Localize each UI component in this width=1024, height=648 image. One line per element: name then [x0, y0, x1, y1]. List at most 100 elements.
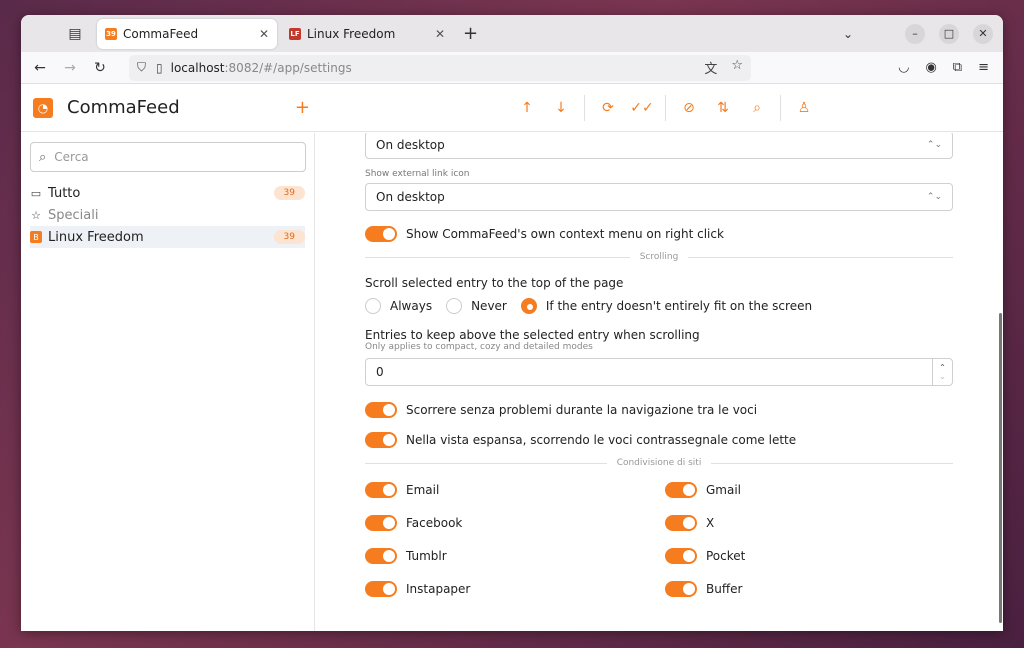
share-email-row: Email	[365, 480, 665, 500]
smooth-scroll-toggle-row: Scorrere senza problemi durante la navig…	[365, 400, 953, 420]
radio-circle	[365, 298, 381, 314]
tab-list-icon[interactable]: ▤	[57, 20, 93, 48]
tab-linux-freedom[interactable]: LF Linux Freedom ✕	[281, 19, 453, 49]
radio-label: Never	[471, 299, 507, 313]
translate-icon[interactable]: 文	[704, 58, 717, 77]
smooth-scroll-toggle[interactable]	[365, 402, 397, 418]
settings-content: On desktop ⌃⌄ Show external link icon On…	[365, 133, 954, 599]
toggle-label: Tumblr	[406, 549, 447, 563]
select-value: On desktop	[376, 190, 445, 204]
arrow-up-icon[interactable]: ↑	[510, 100, 544, 116]
sidebar-item-linux-freedom[interactable]: B Linux Freedom 39	[30, 226, 305, 248]
search-placeholder: Cerca	[54, 150, 89, 164]
toggle-label: Gmail	[706, 483, 742, 497]
pocket-icon[interactable]: ◡	[898, 60, 909, 75]
sidebar-item-tutto[interactable]: ▭ Tutto 39	[30, 182, 305, 204]
sharing-divider: Condivisione di siti	[365, 458, 954, 468]
extensions-icon[interactable]: ⧉	[953, 60, 962, 75]
feed-icon: B	[30, 231, 42, 243]
back-icon[interactable]: ←	[25, 60, 55, 76]
scrollbar-thumb[interactable]	[999, 313, 1002, 623]
share-buffer-row: Buffer	[665, 579, 953, 599]
entries-keep-label: Entries to keep above the selected entry…	[365, 328, 700, 342]
url-bar[interactable]: ⛉ ▯ localhost:8082/#/app/settings 文 ☆	[129, 54, 751, 81]
chevron-down-icon[interactable]: ⌄	[843, 27, 853, 41]
radio-always[interactable]: Always	[365, 298, 432, 314]
shield-icon[interactable]: ⛉	[137, 60, 146, 75]
scrollbar[interactable]	[997, 133, 1003, 631]
linux-freedom-favicon-icon: LF	[289, 27, 301, 40]
share-pocket-toggle[interactable]	[665, 548, 697, 564]
search-icon[interactable]: ⌕	[740, 100, 774, 116]
url-host: localhost	[170, 60, 225, 75]
sidebar-item-speciali[interactable]: ☆ Speciali	[30, 204, 305, 226]
mark-read-toggle-row: Nella vista espansa, scorrendo le voci c…	[365, 430, 953, 450]
radio-if-not-fit[interactable]: If the entry doesn't entirely fit on the…	[520, 298, 812, 314]
share-buffer-toggle[interactable]	[665, 581, 697, 597]
select-context-menu-mode[interactable]: On desktop ⌃⌄	[365, 133, 953, 159]
entries-keep-sub: Only applies to compact, cozy and detail…	[365, 342, 593, 352]
window-controls: ⌄ – □ ✕	[843, 15, 993, 52]
arrow-down-icon[interactable]: ↓	[544, 100, 578, 116]
tab-commafeed[interactable]: 39 CommaFeed ✕	[97, 18, 277, 49]
sort-icon[interactable]: ⇅	[706, 100, 740, 116]
page-icon: ▯	[156, 60, 163, 75]
toggle-label: Show CommaFeed's own context menu on rig…	[406, 227, 724, 241]
toggle-label: Instapaper	[406, 582, 471, 596]
share-tumblr-toggle[interactable]	[365, 548, 397, 564]
browser-window: ▤ 39 CommaFeed ✕ LF Linux Freedom ✕ + ⌄ …	[21, 15, 1003, 631]
bookmark-star-icon[interactable]: ☆	[731, 58, 743, 77]
url-path: :8082/#/app/settings	[224, 60, 352, 75]
eye-off-icon[interactable]: ⊘	[672, 100, 706, 116]
profile-icon[interactable]: ♙	[787, 100, 821, 116]
share-x-row: X	[665, 513, 953, 533]
share-x-toggle[interactable]	[665, 515, 697, 531]
add-subscription-icon[interactable]: +	[295, 97, 310, 118]
toolbar: ↑ ↓ ⟳ ✓✓ ⊘ ⇅ ⌕ ♙	[510, 94, 821, 121]
chevron-up-icon[interactable]: ⌃	[939, 363, 946, 372]
refresh-icon[interactable]: ⟳	[591, 100, 625, 116]
chevron-down-icon[interactable]: ⌄	[939, 372, 946, 381]
new-tab-icon[interactable]: +	[463, 23, 478, 44]
input-value: 0	[376, 365, 384, 379]
toggle-label: Buffer	[706, 582, 743, 596]
reload-icon[interactable]: ↻	[85, 60, 115, 76]
mark-read-toggle[interactable]	[365, 432, 397, 448]
share-pocket-row: Pocket	[665, 546, 953, 566]
minimize-icon[interactable]: –	[905, 23, 925, 44]
share-instapaper-toggle[interactable]	[365, 581, 397, 597]
search-input[interactable]: ⌕ Cerca	[30, 142, 306, 172]
select-external-link-icon[interactable]: On desktop ⌃⌄	[365, 183, 953, 211]
radio-circle-selected	[520, 298, 537, 314]
toggle-label: Facebook	[406, 516, 463, 530]
external-link-label: Show external link icon	[365, 169, 470, 179]
toggle-label: Nella vista espansa, scorrendo le voci c…	[406, 433, 797, 447]
scroll-question: Scroll selected entry to the top of the …	[365, 276, 624, 290]
radio-label: Always	[390, 299, 433, 313]
share-email-toggle[interactable]	[365, 482, 397, 498]
entries-keep-input[interactable]: 0 ⌃ ⌄	[365, 358, 953, 386]
close-tab-icon[interactable]: ✕	[259, 27, 269, 41]
close-window-icon[interactable]: ✕	[973, 23, 993, 44]
number-stepper[interactable]: ⌃ ⌄	[932, 359, 952, 385]
navigation-bar: ← → ↻ ⛉ ▯ localhost:8082/#/app/settings …	[21, 52, 1003, 84]
menu-icon[interactable]: ≡	[978, 60, 989, 75]
maximize-icon[interactable]: □	[939, 23, 959, 44]
toggle-label: X	[706, 516, 715, 530]
forward-icon[interactable]: →	[55, 60, 85, 76]
search-icon: ⌕	[39, 149, 47, 165]
settings-panel: On desktop ⌃⌄ Show external link icon On…	[315, 133, 1003, 631]
account-icon[interactable]: ◉	[925, 60, 936, 75]
share-gmail-toggle[interactable]	[665, 482, 697, 498]
context-menu-toggle[interactable]	[365, 226, 397, 242]
share-gmail-row: Gmail	[665, 480, 953, 500]
sidebar: ⌕ Cerca ▭ Tutto 39 ☆ Speciali B Linux Fr…	[21, 133, 315, 631]
share-instapaper-row: Instapaper	[365, 579, 665, 599]
toolbar-divider	[665, 94, 666, 121]
close-tab-icon[interactable]: ✕	[435, 27, 445, 41]
radio-never[interactable]: Never	[446, 298, 507, 314]
toggle-label: Pocket	[706, 549, 746, 563]
share-facebook-toggle[interactable]	[365, 515, 397, 531]
chevron-updown-icon: ⌃⌄	[926, 140, 942, 150]
mark-all-read-icon[interactable]: ✓✓	[625, 100, 659, 116]
